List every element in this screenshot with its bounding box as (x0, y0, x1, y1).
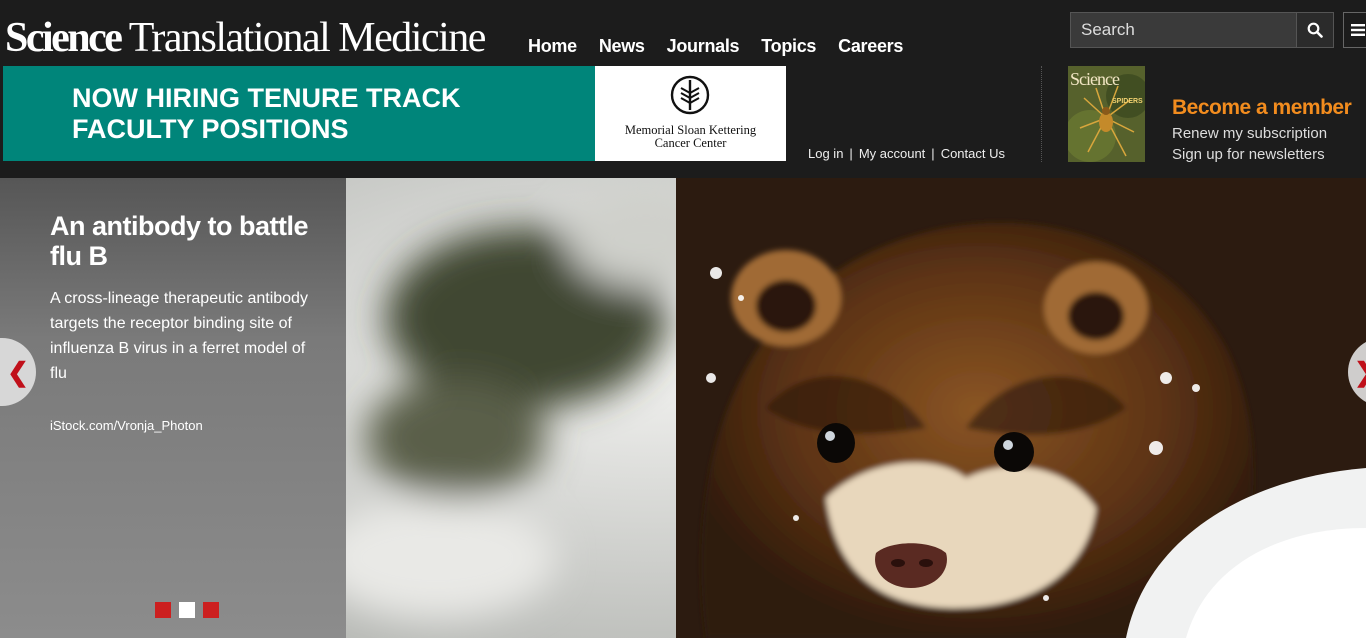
logo-science: Science (5, 15, 123, 61)
login-link[interactable]: Log in (808, 146, 843, 161)
site-logo[interactable]: Science Translational Medicine (5, 14, 487, 62)
separator: | (931, 146, 935, 161)
hamburger-menu-icon (1351, 24, 1365, 36)
hero-ferret-photo[interactable] (346, 178, 1366, 638)
ad-headline: NOW HIRING TENURE TRACK FACULTY POSITION… (72, 83, 460, 145)
ad-sponsor-panel: Memorial Sloan Kettering Cancer Center (595, 66, 786, 161)
search-input[interactable] (1071, 13, 1297, 47)
carousel-dot[interactable] (203, 602, 219, 618)
hero-carousel: An antibody to battle flu B A cross-line… (0, 178, 1366, 638)
become-member-link[interactable]: Become a member (1172, 96, 1352, 120)
journal-cover-image[interactable]: Science SPIDERS (1068, 66, 1145, 162)
contact-us-link[interactable]: Contact Us (941, 146, 1005, 161)
menu-button[interactable] (1343, 12, 1366, 48)
chevron-right-icon: ❯ (1354, 357, 1366, 388)
logo-journal-name: Translational Medicine (120, 15, 487, 61)
ad-banner[interactable]: NOW HIRING TENURE TRACK FACULTY POSITION… (3, 66, 786, 161)
carousel-dot-active[interactable] (179, 602, 195, 618)
nav-journals[interactable]: Journals (667, 36, 740, 57)
carousel-dot[interactable] (155, 602, 171, 618)
hero-image-credit: iStock.com/Vronja_Photon (50, 418, 203, 433)
ad-sponsor-name: Memorial Sloan Kettering Cancer Center (595, 124, 786, 150)
account-links: Log in | My account | Contact Us (808, 146, 1005, 161)
ad-headline-line: FACULTY POSITIONS (72, 114, 349, 144)
hero-title[interactable]: An antibody to battle flu B (50, 211, 310, 271)
nav-news[interactable]: News (599, 36, 645, 57)
nav-home[interactable]: Home (528, 36, 577, 57)
my-account-link[interactable]: My account (859, 146, 925, 161)
site-header: Science Translational Medicine Home News… (0, 0, 1366, 178)
newsletter-signup-link[interactable]: Sign up for newsletters (1172, 146, 1325, 163)
hero-description: A cross-lineage therapeutic antibody tar… (50, 290, 308, 382)
hero-caption-panel: An antibody to battle flu B A cross-line… (0, 178, 346, 638)
nav-topics[interactable]: Topics (761, 36, 816, 57)
search-icon (1307, 22, 1323, 38)
search-button[interactable] (1296, 13, 1333, 47)
separator: | (849, 146, 853, 161)
nav-careers[interactable]: Careers (838, 36, 903, 57)
renew-subscription-link[interactable]: Renew my subscription (1172, 125, 1327, 142)
ad-headline-line: NOW HIRING TENURE TRACK (72, 83, 461, 113)
ad-sponsor-line: Cancer Center (654, 136, 727, 150)
ad-headline-panel: NOW HIRING TENURE TRACK FACULTY POSITION… (3, 66, 595, 161)
chevron-left-icon: ❮ (7, 356, 29, 387)
msk-logo-icon (670, 75, 710, 115)
cover-title: Science (1070, 69, 1120, 89)
cover-subtitle: SPIDERS (1112, 98, 1143, 105)
divider (1041, 66, 1042, 162)
carousel-dots (155, 602, 219, 618)
search-bar (1070, 12, 1334, 48)
main-nav: Home News Journals Topics Careers (528, 36, 903, 57)
